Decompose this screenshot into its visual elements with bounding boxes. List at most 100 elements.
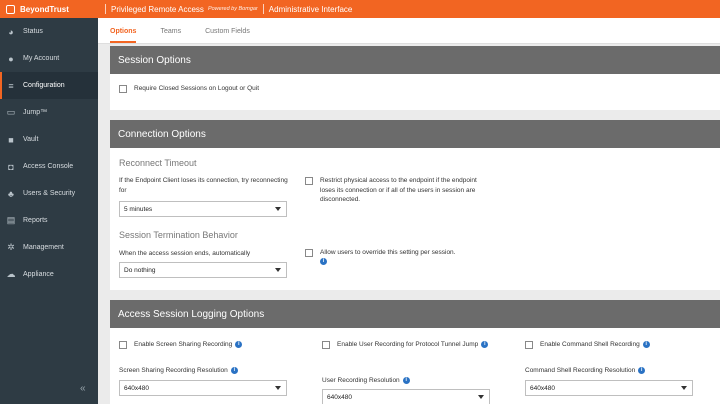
gear-icon: ✲: [7, 242, 15, 252]
sidebar-item-status[interactable]: ◕ Status: [0, 18, 98, 45]
sidebar-item-jump[interactable]: ▭ Jump™: [0, 99, 98, 126]
reconnect-timeout-label: If the Endpoint Client loses its connect…: [119, 177, 288, 194]
session-options-panel: Session Options Require Closed Sessions …: [110, 46, 720, 110]
require-closed-sessions-checkbox[interactable]: [119, 85, 127, 93]
sidebar-item-label: Users & Security: [23, 190, 76, 197]
restrict-access-checkbox[interactable]: [305, 177, 313, 185]
info-icon[interactable]: i: [402, 376, 410, 384]
user-recording-resolution-value: 640x480: [327, 393, 352, 401]
collapse-sidebar-icon[interactable]: «: [80, 383, 86, 394]
tab-custom-fields[interactable]: Custom Fields: [205, 28, 250, 43]
screen-sharing-resolution-value: 640x480: [124, 384, 149, 392]
chevron-down-icon: [478, 395, 484, 399]
screen-sharing-recording-label: Enable Screen Sharing Recording: [134, 341, 233, 348]
jump-icon: ▭: [6, 107, 16, 117]
allow-override-label: Allow users to override this setting per…: [320, 249, 456, 256]
sidebar-item-label: Status: [23, 28, 43, 35]
sidebar-item-appliance[interactable]: ☁ Appliance: [0, 261, 98, 288]
require-closed-sessions-row: Require Closed Sessions on Logout or Qui…: [119, 84, 259, 94]
termination-behavior-label: When the access session ends, automatica…: [119, 250, 251, 257]
reconnect-timeout-select[interactable]: 5 minutes: [119, 201, 287, 217]
sidebar-item-users-security[interactable]: ♣ Users & Security: [0, 180, 98, 207]
sidebar-item-label: My Account: [23, 55, 60, 62]
user-recording-checkbox[interactable]: [322, 341, 330, 349]
sidebar-item-label: Management: [23, 244, 64, 251]
command-shell-recording-text: Enable Command Shell Recording i: [540, 340, 650, 350]
screen-sharing-resolution-select[interactable]: 640x480: [119, 380, 287, 396]
reconnect-timeout-title: Reconnect Timeout: [119, 158, 197, 168]
user-recording-label: Enable User Recording for Protocol Tunne…: [337, 341, 479, 348]
brand[interactable]: BeyondTrust: [0, 4, 100, 14]
divider: [105, 4, 106, 14]
sidebar-item-access-console[interactable]: ◘ Access Console: [0, 153, 98, 180]
logging-options-header: Access Session Logging Options: [110, 300, 720, 328]
tab-options[interactable]: Options: [110, 28, 137, 43]
sidebar-item-label: Vault: [23, 136, 39, 143]
sidebar-item-label: Reports: [23, 217, 48, 224]
user-recording-row: Enable User Recording for Protocol Tunne…: [322, 340, 497, 350]
beyondtrust-logo-icon: [6, 4, 15, 14]
report-icon: ▤: [6, 215, 16, 225]
termination-behavior-value: Do nothing: [124, 266, 156, 274]
sidebar-item-configuration[interactable]: ≡ Configuration: [0, 72, 98, 99]
sidebar-item-management[interactable]: ✲ Management: [0, 234, 98, 261]
vault-icon: ■: [8, 134, 14, 145]
tab-teams[interactable]: Teams: [160, 28, 181, 43]
chevron-down-icon: [275, 386, 281, 390]
info-icon[interactable]: i: [638, 366, 646, 374]
chevron-down-icon: [681, 386, 687, 390]
screen-sharing-recording-row: Enable Screen Sharing Recording i: [119, 340, 243, 350]
command-shell-recording-label: Enable Command Shell Recording: [540, 341, 640, 348]
chevron-down-icon: [275, 207, 281, 211]
screen-sharing-recording-checkbox[interactable]: [119, 341, 127, 349]
info-icon[interactable]: i: [481, 340, 489, 348]
user-recording-resolution-text: User Recording Resolution i: [322, 376, 410, 386]
product-name: Privileged Remote Access: [111, 4, 204, 14]
allow-override-text: Allow users to override this setting per…: [320, 248, 455, 267]
command-shell-resolution-select[interactable]: 640x480: [525, 380, 693, 396]
user-icon: ●: [8, 53, 14, 64]
command-shell-recording-row: Enable Command Shell Recording i: [525, 340, 650, 350]
sidebar-item-reports[interactable]: ▤ Reports: [0, 207, 98, 234]
tab-bar: Options Teams Custom Fields: [98, 18, 720, 44]
termination-behavior-select[interactable]: Do nothing: [119, 262, 287, 278]
info-icon[interactable]: i: [320, 258, 327, 266]
user-recording-resolution-label: User Recording Resolution: [322, 377, 400, 384]
termination-behavior-title: Session Termination Behavior: [119, 230, 238, 240]
sidebar-item-my-account[interactable]: ● My Account: [0, 45, 98, 72]
connection-options-header: Connection Options: [110, 120, 720, 148]
sidebar-item-label: Access Console: [23, 163, 74, 170]
user-recording-text: Enable User Recording for Protocol Tunne…: [337, 340, 489, 350]
restrict-access-row: Restrict physical access to the endpoint…: [305, 176, 490, 205]
reconnect-timeout-value: 5 minutes: [124, 205, 153, 213]
screen-sharing-recording-text: Enable Screen Sharing Recording i: [134, 340, 243, 350]
screen-sharing-resolution-text: Screen Sharing Recording Resolution i: [119, 366, 238, 376]
require-closed-sessions-label: Require Closed Sessions on Logout or Qui…: [134, 85, 260, 92]
connection-options-panel: Connection Options Reconnect Timeout If …: [110, 120, 720, 290]
brand-name: BeyondTrust: [20, 4, 69, 14]
chevron-down-icon: [275, 268, 281, 272]
allow-override-checkbox[interactable]: [305, 249, 313, 257]
chat-icon: ◘: [8, 161, 14, 172]
command-shell-recording-checkbox[interactable]: [525, 341, 533, 349]
powered-by: Powered by Bomgar: [207, 6, 258, 12]
sidebar-item-label: Configuration: [23, 82, 65, 89]
info-icon[interactable]: i: [642, 340, 650, 348]
admin-interface-label: Administrative Interface: [268, 4, 353, 14]
top-bar: BeyondTrust Privileged Remote Access Pow…: [0, 0, 720, 18]
sliders-icon: ≡: [8, 80, 14, 91]
sidebar-item-vault[interactable]: ■ Vault: [0, 126, 98, 153]
cloud-icon: ☁: [6, 269, 16, 279]
command-shell-resolution-text: Command Shell Recording Resolution i: [525, 366, 646, 376]
command-shell-resolution-value: 640x480: [530, 384, 555, 392]
sidebar: ◕ Status ● My Account ≡ Configuration ▭ …: [0, 18, 98, 404]
info-icon[interactable]: i: [235, 340, 243, 348]
sidebar-item-label: Appliance: [23, 271, 54, 278]
user-recording-resolution-select[interactable]: 640x480: [322, 389, 490, 404]
allow-override-row: Allow users to override this setting per…: [305, 248, 490, 267]
gauge-icon: ◕: [8, 26, 14, 37]
screen-sharing-resolution-label: Screen Sharing Recording Resolution: [119, 367, 228, 374]
info-icon[interactable]: i: [230, 366, 238, 374]
session-options-header: Session Options: [110, 46, 720, 74]
divider: [262, 4, 264, 14]
